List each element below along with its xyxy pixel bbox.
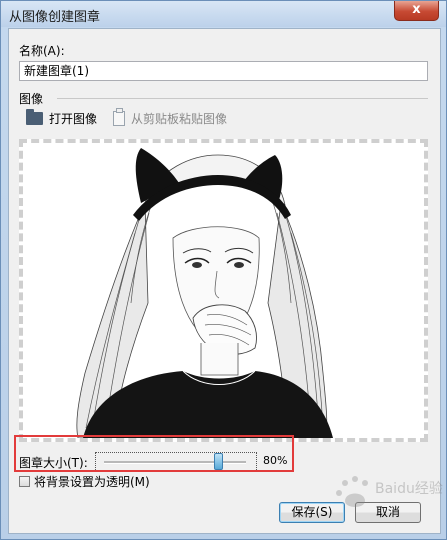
stamp-size-slider[interactable] — [95, 452, 257, 472]
paste-icon — [113, 107, 125, 126]
stamp-size-label: 图章大小(T): — [19, 456, 88, 470]
stamp-size-row: 图章大小(T): 80% — [19, 449, 291, 473]
stamp-size-value: 80% — [263, 454, 288, 467]
dialog-body: 名称(A): 新建图章(1) 图像 打开图像 从剪贴板粘贴图像 图章大小(T):… — [8, 28, 441, 534]
transparent-background-checkbox[interactable] — [19, 476, 30, 487]
close-icon: x — [412, 2, 421, 17]
close-button[interactable]: x — [394, 1, 439, 21]
paste-image-button[interactable]: 从剪贴板粘贴图像 — [113, 107, 228, 127]
folder-icon — [26, 108, 43, 125]
transparent-background-option[interactable]: 将背景设置为透明(M) — [19, 473, 150, 490]
save-button[interactable]: 保存(S) — [279, 502, 345, 523]
title-bar[interactable]: 从图像创建图章 x — [1, 1, 446, 27]
portrait-image — [23, 143, 424, 438]
slider-thumb[interactable] — [213, 453, 223, 470]
stamp-name-input[interactable]: 新建图章(1) — [19, 61, 428, 81]
open-image-label: 打开图像 — [49, 111, 98, 126]
dialog-window: 从图像创建图章 x 名称(A): 新建图章(1) 图像 打开图像 从剪贴板粘贴图… — [0, 0, 447, 540]
image-section-label: 图像 — [19, 92, 44, 106]
open-image-button[interactable]: 打开图像 — [26, 108, 98, 127]
section-divider — [57, 98, 428, 99]
paste-image-label: 从剪贴板粘贴图像 — [131, 111, 228, 126]
dialog-title: 从图像创建图章 — [9, 10, 101, 25]
name-label: 名称(A): — [19, 44, 65, 58]
transparent-background-label: 将背景设置为透明(M) — [34, 475, 150, 489]
image-preview — [19, 139, 428, 442]
cancel-button[interactable]: 取消 — [355, 502, 421, 523]
slider-track — [104, 461, 246, 464]
